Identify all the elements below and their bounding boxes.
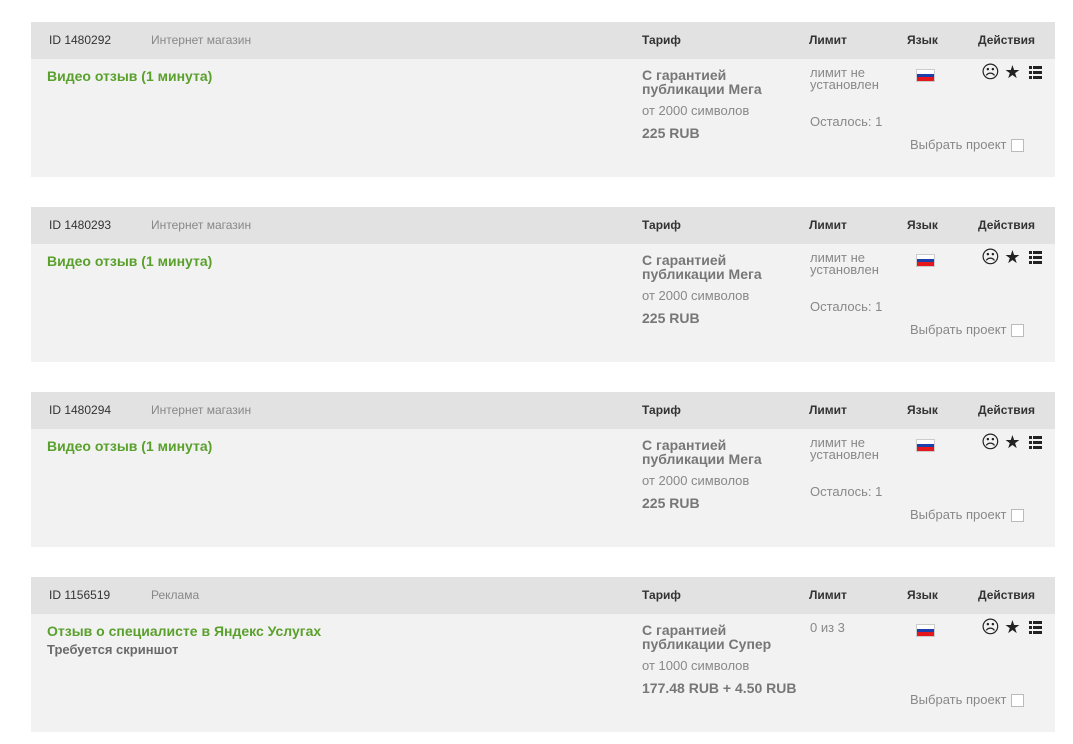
star-icon[interactable]: ★ bbox=[1003, 433, 1021, 451]
actions-header: Действия bbox=[978, 403, 1036, 417]
task-title-link[interactable]: Видео отзыв (1 минута) bbox=[47, 68, 212, 84]
task-category: Интернет магазин bbox=[151, 218, 252, 232]
choose-project-label: Выбрать проект bbox=[910, 507, 1007, 522]
list-icon[interactable] bbox=[1026, 63, 1044, 81]
star-icon[interactable]: ★ bbox=[1003, 63, 1021, 81]
actions-header: Действия bbox=[978, 218, 1036, 232]
task-card: ID 1480293 Интернет магазин Тариф Лимит … bbox=[31, 207, 1055, 362]
limit-value: лимит не установлен bbox=[810, 435, 879, 462]
choose-project-label: Выбрать проект bbox=[910, 322, 1007, 337]
task-card-body: Видео отзыв (1 минута) С гарантией публи… bbox=[31, 244, 1055, 362]
limit-value: лимит не установлен bbox=[810, 65, 879, 92]
task-card: ID 1480294 Интернет магазин Тариф Лимит … bbox=[31, 392, 1055, 547]
choose-project-control[interactable]: Выбрать проект bbox=[910, 137, 1024, 152]
choose-project-checkbox[interactable] bbox=[1010, 139, 1024, 152]
task-title-link[interactable]: Отзыв о специалисте в Яндекс Услугах bbox=[47, 623, 321, 639]
limit-header: Лимит bbox=[809, 33, 847, 47]
task-id: ID 1480292 bbox=[49, 33, 112, 47]
star-icon[interactable]: ★ bbox=[1003, 618, 1021, 636]
choose-project-control[interactable]: Выбрать проект bbox=[910, 692, 1024, 707]
language-header: Язык bbox=[907, 403, 938, 417]
task-price: 225 RUB bbox=[642, 495, 700, 511]
actions-header: Действия bbox=[978, 33, 1036, 47]
tarif-name: С гарантией публикации Супер bbox=[642, 622, 772, 652]
task-id: ID 1156519 bbox=[49, 588, 111, 602]
task-price: 225 RUB bbox=[642, 125, 700, 141]
choose-project-checkbox[interactable] bbox=[1010, 324, 1024, 337]
russia-flag-icon bbox=[916, 254, 935, 267]
task-category: Интернет магазин bbox=[151, 33, 252, 47]
task-card-body: Видео отзыв (1 минута) С гарантией публи… bbox=[31, 429, 1055, 547]
tarif-header: Тариф bbox=[642, 33, 681, 47]
task-card: ID 1480292 Интернет магазин Тариф Лимит … bbox=[31, 22, 1055, 177]
choose-project-checkbox[interactable] bbox=[1010, 694, 1024, 707]
choose-project-label: Выбрать проект bbox=[910, 692, 1007, 707]
list-icon[interactable] bbox=[1026, 248, 1044, 266]
task-category: Реклама bbox=[151, 588, 200, 602]
sad-face-icon[interactable]: ☹ bbox=[981, 433, 1000, 451]
choose-project-label: Выбрать проект bbox=[910, 137, 1007, 152]
task-card: ID 1156519 Реклама Тариф Лимит Язык Дейс… bbox=[31, 577, 1055, 732]
task-list: ID 1480292 Интернет магазин Тариф Лимит … bbox=[0, 0, 1073, 744]
remaining-count: Осталось: 1 bbox=[810, 114, 883, 129]
russia-flag-icon bbox=[916, 439, 935, 452]
task-card-header: ID 1480293 Интернет магазин Тариф Лимит … bbox=[31, 207, 1055, 244]
language-header: Язык bbox=[907, 33, 938, 47]
choose-project-control[interactable]: Выбрать проект bbox=[910, 507, 1024, 522]
task-card-body: Отзыв о специалисте в Яндекс Услугах Тре… bbox=[31, 614, 1055, 732]
limit-value: 0 из 3 bbox=[810, 620, 845, 635]
task-card-header: ID 1480294 Интернет магазин Тариф Лимит … bbox=[31, 392, 1055, 429]
task-price: 177.48 RUB + 4.50 RUB bbox=[642, 680, 797, 696]
limit-header: Лимит bbox=[809, 588, 847, 602]
language-header: Язык bbox=[907, 218, 938, 232]
language-header: Язык bbox=[907, 588, 938, 602]
task-category: Интернет магазин bbox=[151, 403, 252, 417]
actions-header: Действия bbox=[978, 588, 1036, 602]
task-actions: ☹ ★ bbox=[981, 248, 1044, 266]
task-card-header: ID 1156519 Реклама Тариф Лимит Язык Дейс… bbox=[31, 577, 1055, 614]
tarif-header: Тариф bbox=[642, 218, 681, 232]
russia-flag-icon bbox=[916, 624, 935, 637]
task-title-link[interactable]: Видео отзыв (1 минута) bbox=[47, 438, 212, 454]
limit-value: лимит не установлен bbox=[810, 250, 879, 277]
tarif-name: С гарантией публикации Мега bbox=[642, 437, 762, 467]
remaining-count: Осталось: 1 bbox=[810, 484, 883, 499]
tarif-min-chars: от 1000 символов bbox=[642, 658, 750, 673]
task-id: ID 1480294 bbox=[49, 403, 112, 417]
task-id: ID 1480293 bbox=[49, 218, 112, 232]
tarif-min-chars: от 2000 символов bbox=[642, 473, 750, 488]
remaining-count: Осталось: 1 bbox=[810, 299, 883, 314]
star-icon[interactable]: ★ bbox=[1003, 248, 1021, 266]
task-price: 225 RUB bbox=[642, 310, 700, 326]
choose-project-checkbox[interactable] bbox=[1010, 509, 1024, 522]
russia-flag-icon bbox=[916, 69, 935, 82]
tarif-min-chars: от 2000 символов bbox=[642, 288, 750, 303]
task-actions: ☹ ★ bbox=[981, 63, 1044, 81]
sad-face-icon[interactable]: ☹ bbox=[981, 63, 1000, 81]
limit-header: Лимит bbox=[809, 403, 847, 417]
task-actions: ☹ ★ bbox=[981, 433, 1044, 451]
tarif-header: Тариф bbox=[642, 403, 681, 417]
task-card-body: Видео отзыв (1 минута) С гарантией публи… bbox=[31, 59, 1055, 177]
tarif-name: С гарантией публикации Мега bbox=[642, 67, 762, 97]
list-icon[interactable] bbox=[1026, 433, 1044, 451]
choose-project-control[interactable]: Выбрать проект bbox=[910, 322, 1024, 337]
task-title-link[interactable]: Видео отзыв (1 минута) bbox=[47, 253, 212, 269]
task-actions: ☹ ★ bbox=[981, 618, 1044, 636]
tarif-min-chars: от 2000 символов bbox=[642, 103, 750, 118]
list-icon[interactable] bbox=[1026, 618, 1044, 636]
limit-header: Лимит bbox=[809, 218, 847, 232]
tarif-header: Тариф bbox=[642, 588, 681, 602]
sad-face-icon[interactable]: ☹ bbox=[981, 618, 1000, 636]
tarif-name: С гарантией публикации Мега bbox=[642, 252, 762, 282]
sad-face-icon[interactable]: ☹ bbox=[981, 248, 1000, 266]
task-card-header: ID 1480292 Интернет магазин Тариф Лимит … bbox=[31, 22, 1055, 59]
task-note: Требуется скриншот bbox=[47, 642, 179, 657]
